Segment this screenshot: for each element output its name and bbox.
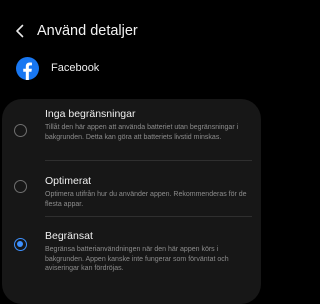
option-unrestricted[interactable]: Inga begränsningar Tillåt den här appen …: [2, 108, 261, 160]
app-name: Facebook: [51, 62, 100, 74]
back-button[interactable]: [10, 21, 30, 41]
option-title: Begränsat: [45, 230, 93, 242]
radio-unrestricted[interactable]: [14, 124, 27, 137]
radio-restricted[interactable]: [14, 238, 27, 251]
option-title: Inga begränsningar: [45, 108, 136, 120]
option-optimized[interactable]: Optimerat Optimera utifrån hur du använd…: [2, 175, 261, 211]
page-title: Använd detaljer: [37, 23, 138, 39]
facebook-icon: [16, 57, 39, 80]
option-description: Begränsa batterianvändningen när den här…: [45, 246, 229, 272]
top-bar: Använd detaljer: [0, 14, 263, 50]
radio-optimized[interactable]: [14, 180, 27, 193]
divider: [45, 160, 252, 161]
chevron-left-icon: [16, 24, 24, 38]
option-restricted[interactable]: Begränsat Begränsa batterianvändningen n…: [2, 230, 261, 278]
divider: [45, 216, 252, 217]
option-description: Tillåt den här appen att använda batteri…: [45, 124, 239, 141]
option-description: Optimera utifrån hur du använder appen. …: [45, 191, 247, 208]
option-title: Optimerat: [45, 175, 92, 187]
battery-options-card: Inga begränsningar Tillåt den här appen …: [2, 99, 261, 304]
app-info-row: Facebook: [0, 54, 263, 88]
